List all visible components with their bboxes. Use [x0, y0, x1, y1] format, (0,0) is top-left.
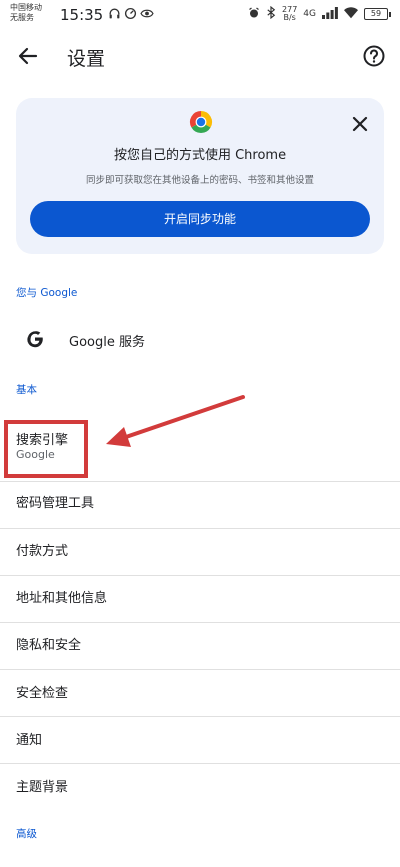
settings-item-label: 付款方式	[16, 544, 69, 559]
close-card-button[interactable]	[348, 112, 372, 136]
gauge-icon	[124, 7, 137, 23]
alarm-icon	[248, 7, 260, 22]
close-icon	[352, 116, 368, 132]
settings-item-addresses[interactable]: 地址和其他信息	[0, 576, 400, 622]
section-header-you-and-google: 您与 Google	[16, 287, 78, 299]
sync-card-description: 同步即可获取您在其他设备上的密码、书签和其他设置	[85, 175, 314, 186]
notification-icons	[108, 7, 154, 23]
settings-item-label: 隐私和安全	[16, 638, 82, 653]
app-bar: 设置	[0, 36, 400, 80]
status-right: 277 B/s 4G 59	[248, 5, 391, 22]
settings-item-theme[interactable]: 主题背景	[0, 764, 400, 810]
settings-item-safety-check[interactable]: 安全检查	[0, 670, 400, 716]
back-arrow-icon	[18, 47, 38, 65]
battery-indicator: 59	[364, 8, 391, 20]
chrome-logo-icon	[189, 111, 213, 134]
carrier-info: 中国移动 无服务	[10, 3, 56, 23]
help-button[interactable]	[360, 42, 388, 70]
settings-item-password-manager[interactable]: 密码管理工具	[0, 482, 400, 528]
settings-item-label: 通知	[16, 733, 43, 748]
sync-card-title: 按您自己的方式使用 Chrome	[113, 148, 287, 163]
bluetooth-icon	[266, 5, 276, 22]
settings-item-label: 搜索引擎	[16, 433, 69, 448]
settings-item-label: 安全检查	[16, 686, 69, 701]
status-bar: 中国移动 无服务 15:35 277 B/s 4G 59	[0, 0, 400, 32]
sync-promo-card: 按您自己的方式使用 Chrome 同步即可获取您在其他设备上的密码、书签和其他设…	[16, 98, 384, 254]
section-header-advanced: 高级	[16, 828, 37, 840]
network-speed: 277 B/s	[282, 6, 297, 22]
carrier-line1: 中国移动	[10, 3, 42, 12]
google-services-label: Google 服务	[69, 335, 145, 350]
signal-icon	[322, 6, 338, 22]
help-circle-icon	[363, 45, 385, 67]
section-header-basics: 基本	[16, 384, 37, 396]
wifi-icon	[344, 6, 358, 22]
eye-icon	[140, 7, 154, 23]
settings-item-label: 主题背景	[16, 780, 69, 795]
headphones-icon	[108, 7, 121, 23]
network-type: 4G	[303, 9, 316, 19]
back-button[interactable]	[12, 40, 44, 72]
turn-on-sync-button[interactable]: 开启同步功能	[30, 201, 370, 237]
settings-item-label: 地址和其他信息	[16, 591, 108, 606]
settings-item-privacy-security[interactable]: 隐私和安全	[0, 623, 400, 669]
carrier-line2: 无服务	[10, 13, 34, 22]
status-time: 15:35	[60, 6, 104, 24]
settings-item-payment-methods[interactable]: 付款方式	[0, 529, 400, 575]
settings-item-notifications[interactable]: 通知	[0, 717, 400, 763]
settings-item-search-engine[interactable]: 搜索引擎 Google	[0, 420, 400, 480]
page-title: 设置	[67, 48, 106, 70]
google-g-icon	[27, 331, 43, 348]
speed-unit: B/s	[283, 13, 296, 22]
settings-item-label: 密码管理工具	[16, 496, 95, 511]
settings-item-sublabel: Google	[16, 448, 55, 461]
google-services-item[interactable]: Google 服务	[0, 318, 400, 362]
